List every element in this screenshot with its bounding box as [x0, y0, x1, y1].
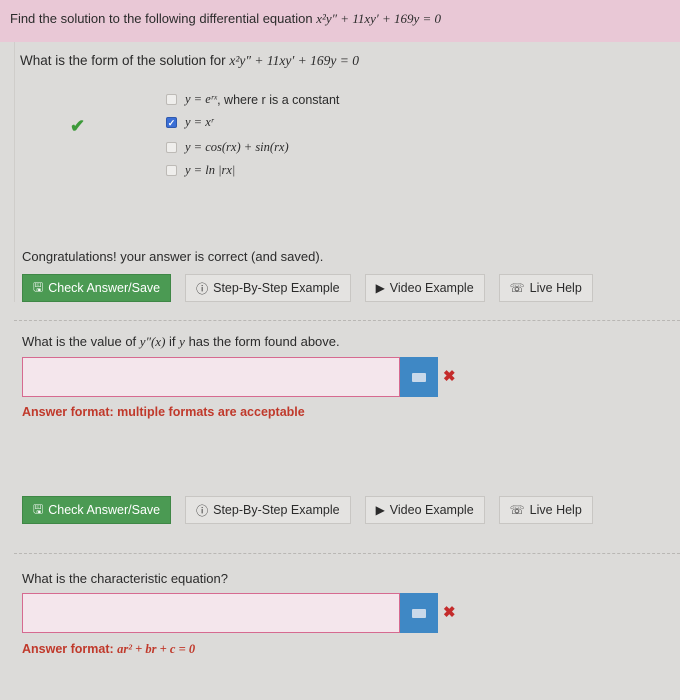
option-checkbox-checked[interactable]: ✓: [166, 117, 177, 128]
question1-buttons: 🖫 Check Answer/Save ⓘ Step-By-Step Example…: [22, 274, 607, 302]
option-math: y = eʳˣ: [185, 92, 218, 106]
check-answer-label: Check Answer/Save: [48, 503, 161, 517]
question3-format: Answer format: ar² + br + c = 0: [22, 642, 195, 657]
question2-buttons: 🖫 Check Answer/Save ⓘ Step-By-Step Example…: [22, 496, 607, 524]
step-label: Step-By-Step Example: [213, 281, 340, 295]
correct-check-icon: ✔: [70, 116, 86, 136]
question3-answer-input[interactable]: [22, 593, 400, 633]
feedback-message: Congratulations! your answer is correct …: [22, 249, 324, 264]
option-suffix: , where r is a constant: [217, 92, 340, 107]
option-trig[interactable]: y = cos(rx) + sin(rx): [166, 140, 289, 155]
divider: [14, 553, 680, 554]
question3-prompt: What is the characteristic equation?: [22, 571, 228, 586]
math-keyboard-button[interactable]: [400, 357, 438, 397]
q2-var: y: [179, 334, 185, 349]
phone-icon: ☏: [509, 503, 525, 517]
info-icon: ⓘ: [196, 281, 209, 296]
option-checkbox[interactable]: [166, 165, 177, 176]
play-icon: ▶: [375, 503, 385, 517]
q2-math: y″(x): [139, 334, 166, 349]
step-label: Step-By-Step Example: [213, 503, 340, 517]
question1-equation: x²y″ + 11xy′ + 169y = 0: [229, 53, 360, 68]
incorrect-x-icon: ✖: [443, 368, 456, 385]
question2-prompt: What is the value of y″(x) if y has the …: [22, 334, 340, 350]
keyboard-icon: [412, 372, 426, 382]
keyboard-icon: [412, 608, 426, 618]
q3-format-math: ar² + br + c = 0: [117, 642, 196, 656]
option-power[interactable]: ✓ y = xʳ: [166, 115, 214, 130]
save-icon: 🖫: [33, 279, 44, 294]
check-answer-button[interactable]: 🖫 Check Answer/Save: [22, 496, 172, 524]
option-exponential[interactable]: y = eʳˣ , where r is a constant: [166, 92, 339, 107]
divider: [14, 320, 680, 321]
question1-prompt: What is the form of the solution for x²y…: [20, 53, 359, 69]
incorrect-x-icon: ✖: [443, 604, 456, 621]
q2-post: has the form found above.: [188, 334, 340, 349]
q2-mid: if: [169, 334, 176, 349]
video-label: Video Example: [389, 281, 474, 295]
math-keyboard-button[interactable]: [400, 593, 438, 633]
help-label: Live Help: [529, 281, 582, 295]
option-log[interactable]: y = ln |rx|: [166, 163, 235, 178]
option-math: y = cos(rx) + sin(rx): [185, 140, 289, 154]
question1-prompt-text: What is the form of the solution for: [20, 53, 226, 68]
step-by-step-button[interactable]: ⓘ Step-By-Step Example: [185, 496, 351, 524]
option-checkbox[interactable]: [166, 142, 177, 153]
step-by-step-button[interactable]: ⓘ Step-By-Step Example: [185, 274, 351, 302]
save-icon: 🖫: [33, 501, 44, 516]
info-icon: ⓘ: [196, 503, 209, 518]
video-label: Video Example: [389, 503, 474, 517]
problem-prompt: Find the solution to the following diffe…: [10, 11, 313, 26]
video-example-button[interactable]: ▶ Video Example: [364, 274, 485, 302]
phone-icon: ☏: [509, 281, 525, 295]
video-example-button[interactable]: ▶ Video Example: [364, 496, 485, 524]
option-math: y = ln |rx|: [185, 163, 236, 177]
problem-equation: x²y″ + 11xy′ + 169y = 0: [316, 11, 442, 26]
problem-header: Find the solution to the following diffe…: [0, 0, 680, 42]
option-checkbox[interactable]: [166, 94, 177, 105]
check-answer-button[interactable]: 🖫 Check Answer/Save: [22, 274, 172, 302]
question2-format: Answer format: multiple formats are acce…: [22, 405, 305, 419]
question2-answer-input[interactable]: [22, 357, 400, 397]
option-math: y = xʳ: [185, 115, 214, 129]
q2-pre: What is the value of: [22, 334, 137, 349]
live-help-button[interactable]: ☏ Live Help: [498, 274, 593, 302]
live-help-button[interactable]: ☏ Live Help: [498, 496, 593, 524]
q3-format-label: Answer format:: [22, 642, 114, 656]
check-answer-label: Check Answer/Save: [48, 281, 161, 295]
help-label: Live Help: [529, 503, 582, 517]
play-icon: ▶: [375, 281, 385, 295]
